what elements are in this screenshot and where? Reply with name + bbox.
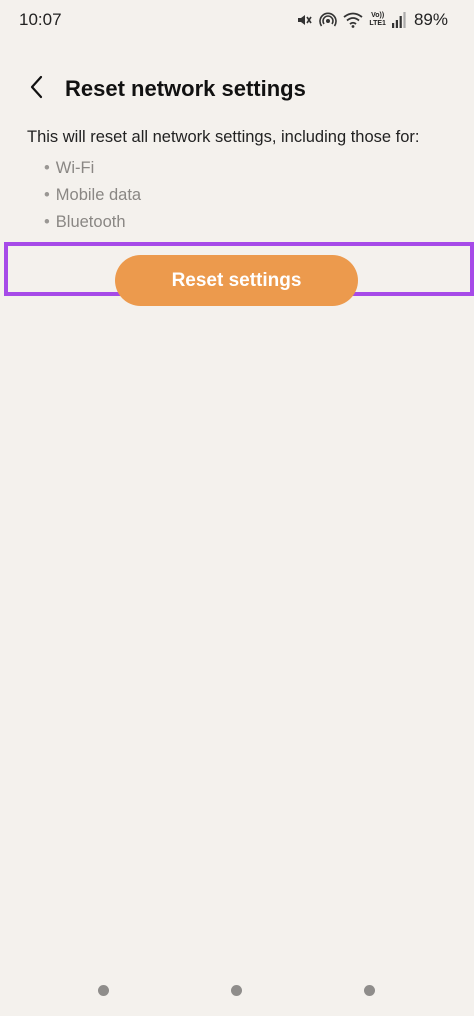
bullet-dot: • <box>44 159 50 177</box>
recent-apps-button[interactable] <box>98 985 109 996</box>
battery-level: 89% <box>413 10 448 29</box>
status-icons: Vo)) LTE1 89% <box>295 9 448 31</box>
lte-label-bottom: LTE1 <box>369 20 386 27</box>
hotspot-icon <box>319 11 338 29</box>
list-item-wifi: • Wi-Fi <box>44 156 141 183</box>
list-item-label: Wi-Fi <box>55 159 95 177</box>
list-item-label: Bluetooth <box>55 213 126 231</box>
reset-items-list: • Wi-Fi • Mobile data • Bluetooth <box>44 156 141 237</box>
bullet-dot: • <box>44 186 50 204</box>
status-time: 10:07 <box>19 10 62 29</box>
home-button[interactable] <box>231 985 242 996</box>
bullet-dot: • <box>44 213 50 231</box>
app-header: Reset network settings <box>0 68 474 112</box>
list-item-label: Mobile data <box>55 186 142 204</box>
back-nav-button[interactable] <box>364 985 375 996</box>
back-button[interactable] <box>22 74 52 104</box>
lte-label-top: Vo)) <box>371 12 385 19</box>
lte-icon: Vo)) LTE1 <box>369 12 386 28</box>
status-bar: 10:07 Vo)) LTE1 89% <box>0 0 474 40</box>
page-title: Reset network settings <box>65 76 306 101</box>
list-item-bluetooth: • Bluetooth <box>44 210 141 237</box>
navigation-bar <box>0 976 474 1006</box>
list-item-mobile-data: • Mobile data <box>44 183 141 210</box>
mute-icon <box>295 11 313 29</box>
reset-description: This will reset all network settings, in… <box>27 128 420 146</box>
chevron-left-icon <box>29 75 45 104</box>
signal-icon <box>391 12 406 28</box>
reset-settings-button[interactable]: Reset settings <box>115 255 358 306</box>
wifi-icon <box>343 11 363 29</box>
